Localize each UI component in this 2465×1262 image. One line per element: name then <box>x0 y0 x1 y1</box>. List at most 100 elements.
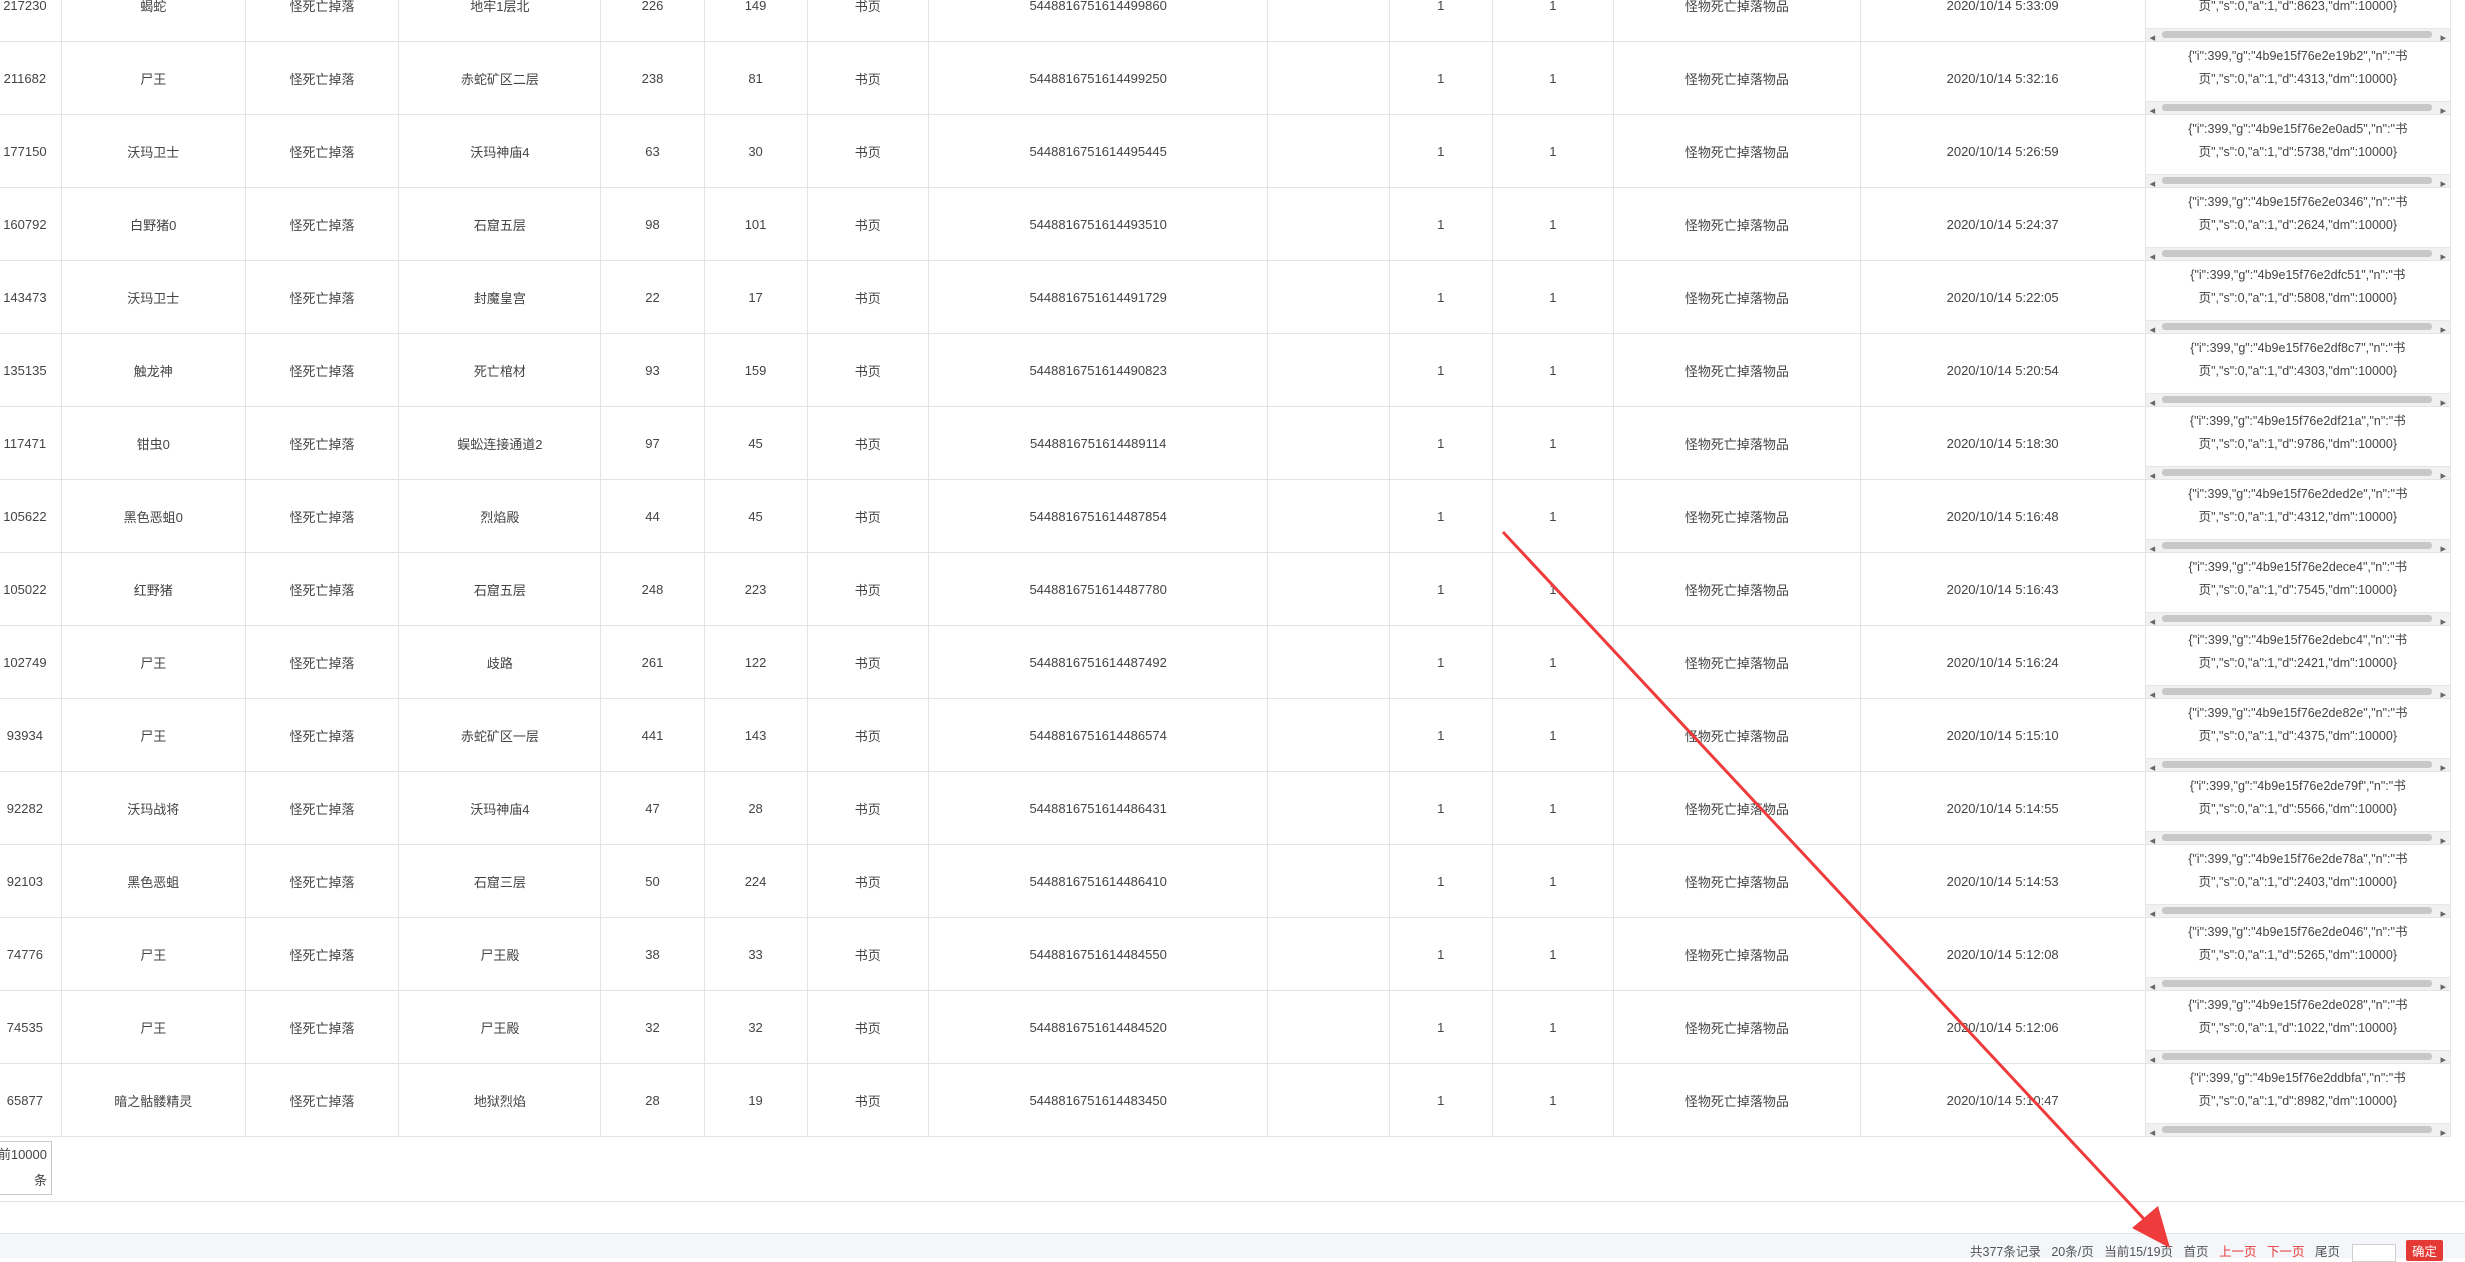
table-row: 74535 尸王 怪死亡掉落 尸王殿 32 32 书页 5448816751614484520… <box>0 990 2452 1064</box>
horizontal-scrollbar[interactable]: ◂ ▸ <box>2146 831 2450 844</box>
horizontal-scrollbar[interactable]: ◂ ▸ <box>2146 1123 2450 1136</box>
guid-cell: 5448816751614483450 <box>927 1063 1269 1137</box>
scroll-thumb[interactable] <box>2161 1126 2432 1133</box>
id-cell: 117471 <box>0 406 62 480</box>
scroll-left-icon[interactable]: ◂ <box>2150 538 2156 552</box>
scroll-right-icon[interactable]: ▸ <box>2440 27 2446 41</box>
horizontal-scrollbar[interactable]: ◂ ▸ <box>2146 977 2450 990</box>
json-line-2: 页","s":0,"a":1,"d":5738,"dm":10000} <box>2198 145 2398 159</box>
scroll-right-icon[interactable]: ▸ <box>2440 465 2446 479</box>
scroll-right-icon[interactable]: ▸ <box>2440 100 2446 114</box>
scroll-right-icon[interactable]: ▸ <box>2440 1049 2446 1063</box>
y-cell: 33 <box>703 917 808 991</box>
id-cell: 105022 <box>0 552 62 626</box>
type-cell: 怪死亡掉落 <box>244 479 400 553</box>
scroll-thumb[interactable] <box>2161 323 2432 330</box>
blank-cell <box>1267 625 1390 699</box>
horizontal-scrollbar[interactable]: ◂ ▸ <box>2146 539 2450 552</box>
json-line-1: {"i":399,"g":"4b9e15f76e2ddbfa","n":"书 <box>2189 1071 2406 1085</box>
scroll-thumb[interactable] <box>2161 177 2432 184</box>
id-cell: 74535 <box>0 990 62 1064</box>
scroll-left-icon[interactable]: ◂ <box>2150 465 2156 479</box>
json-line-2: 页","s":0,"a":1,"d":4313,"dm":10000} <box>2198 72 2398 86</box>
json-line-2: 页","s":0,"a":1,"d":2421,"dm":10000} <box>2198 656 2398 670</box>
scroll-right-icon[interactable]: ▸ <box>2440 757 2446 771</box>
scroll-right-icon[interactable]: ▸ <box>2440 319 2446 333</box>
scroll-left-icon[interactable]: ◂ <box>2150 392 2156 406</box>
horizontal-scrollbar[interactable]: ◂ ▸ <box>2146 904 2450 917</box>
scroll-right-icon[interactable]: ▸ <box>2440 246 2446 260</box>
x-cell: 238 <box>600 41 705 115</box>
scroll-left-icon[interactable]: ◂ <box>2150 246 2156 260</box>
scroll-thumb[interactable] <box>2161 980 2432 987</box>
time-cell: 2020/10/14 5:14:55 <box>1859 771 2146 845</box>
first-page-link[interactable]: 首页 <box>2184 1245 2209 1259</box>
json-scroll-box: {"i":399,"g":"4b9e15f76e2e0346","n":"书 页"… <box>2146 189 2450 260</box>
go-button[interactable]: 确定 <box>2405 1240 2443 1261</box>
horizontal-scrollbar[interactable]: ◂ ▸ <box>2146 174 2450 187</box>
prev-page-link[interactable]: 上一页 <box>2219 1245 2257 1259</box>
scroll-left-icon[interactable]: ◂ <box>2150 100 2156 114</box>
scroll-right-icon[interactable]: ▸ <box>2440 1122 2446 1136</box>
scroll-right-icon[interactable]: ▸ <box>2440 173 2446 187</box>
scroll-left-icon[interactable]: ◂ <box>2150 757 2156 771</box>
next-page-link[interactable]: 下一页 <box>2267 1245 2305 1259</box>
scroll-thumb[interactable] <box>2161 542 2432 549</box>
scroll-thumb[interactable] <box>2161 907 2432 914</box>
time-cell: 2020/10/14 5:14:53 <box>1859 844 2146 918</box>
scroll-left-icon[interactable]: ◂ <box>2150 27 2156 41</box>
scroll-right-icon[interactable]: ▸ <box>2440 392 2446 406</box>
scroll-left-icon[interactable]: ◂ <box>2150 684 2156 698</box>
horizontal-scrollbar[interactable]: ◂ ▸ <box>2146 612 2450 625</box>
scroll-left-icon[interactable]: ◂ <box>2150 1049 2156 1063</box>
scroll-right-icon[interactable]: ▸ <box>2440 684 2446 698</box>
last-page-link[interactable]: 尾页 <box>2315 1245 2340 1259</box>
guid-cell: 5448816751614484550 <box>927 917 1269 991</box>
table-row: 217230 蝎蛇 怪死亡掉落 地牢1层北 226 149 书页 54488167516144… <box>0 0 2452 42</box>
scroll-thumb[interactable] <box>2161 104 2432 111</box>
scroll-thumb[interactable] <box>2161 31 2432 38</box>
scroll-left-icon[interactable]: ◂ <box>2150 830 2156 844</box>
monster-cell: 尸王 <box>60 990 246 1064</box>
scroll-left-icon[interactable]: ◂ <box>2150 173 2156 187</box>
scroll-right-icon[interactable]: ▸ <box>2440 611 2446 625</box>
scroll-thumb[interactable] <box>2161 688 2432 695</box>
scroll-thumb[interactable] <box>2161 761 2432 768</box>
scroll-thumb[interactable] <box>2161 469 2432 476</box>
reason-cell: 怪物死亡掉落物品 <box>1613 41 1861 115</box>
json-cell: {"i":399,"g":"4b9e15f76e2debc4","n":"书 页"… <box>2144 625 2452 699</box>
scroll-thumb[interactable] <box>2161 615 2432 622</box>
scroll-thumb[interactable] <box>2161 834 2432 841</box>
scroll-thumb[interactable] <box>2161 1053 2432 1060</box>
type-cell: 怪死亡掉落 <box>244 406 400 480</box>
scroll-right-icon[interactable]: ▸ <box>2440 903 2446 917</box>
horizontal-scrollbar[interactable]: ◂ ▸ <box>2146 1050 2450 1063</box>
time-cell: 2020/10/14 5:16:48 <box>1859 479 2146 553</box>
horizontal-scrollbar[interactable]: ◂ ▸ <box>2146 466 2450 479</box>
horizontal-scrollbar[interactable]: ◂ ▸ <box>2146 758 2450 771</box>
monster-cell: 白野猪0 <box>60 187 246 261</box>
x-cell: 32 <box>600 990 705 1064</box>
horizontal-scrollbar[interactable]: ◂ ▸ <box>2146 28 2450 41</box>
scroll-right-icon[interactable]: ▸ <box>2440 538 2446 552</box>
item-cell: 书页 <box>806 187 929 261</box>
map-cell: 尸王殿 <box>398 917 602 991</box>
json-cell: {"i":399,"g":"4b9e15f76e2dece4","n":"书 页"… <box>2144 552 2452 626</box>
scroll-right-icon[interactable]: ▸ <box>2440 830 2446 844</box>
horizontal-scrollbar[interactable]: ◂ ▸ <box>2146 320 2450 333</box>
horizontal-scrollbar[interactable]: ◂ ▸ <box>2146 393 2450 406</box>
horizontal-scrollbar[interactable]: ◂ ▸ <box>2146 685 2450 698</box>
scroll-thumb[interactable] <box>2161 396 2432 403</box>
scroll-thumb[interactable] <box>2161 250 2432 257</box>
horizontal-scrollbar[interactable]: ◂ ▸ <box>2146 247 2450 260</box>
id-cell: 160792 <box>0 187 62 261</box>
scroll-left-icon[interactable]: ◂ <box>2150 611 2156 625</box>
scroll-left-icon[interactable]: ◂ <box>2150 903 2156 917</box>
scroll-right-icon[interactable]: ▸ <box>2440 976 2446 990</box>
blank-cell <box>1267 406 1390 480</box>
item-cell: 书页 <box>806 114 929 188</box>
horizontal-scrollbar[interactable]: ◂ ▸ <box>2146 101 2450 114</box>
scroll-left-icon[interactable]: ◂ <box>2150 319 2156 333</box>
scroll-left-icon[interactable]: ◂ <box>2150 976 2156 990</box>
scroll-left-icon[interactable]: ◂ <box>2150 1122 2156 1136</box>
